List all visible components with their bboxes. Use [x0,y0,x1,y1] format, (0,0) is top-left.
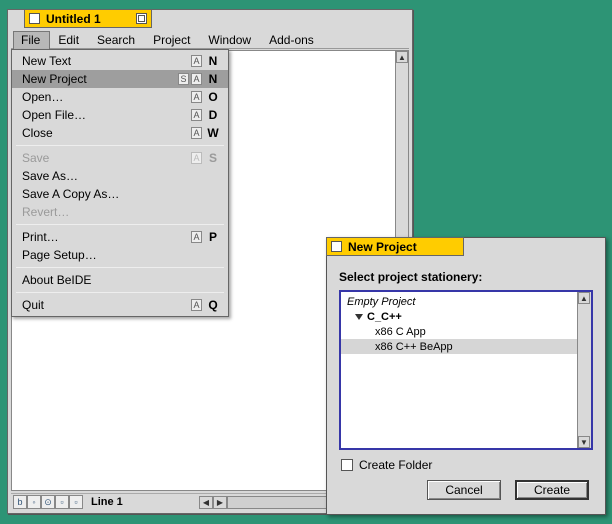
dialog-body: Select project stationery: Empty Project… [339,266,593,504]
menu-item-label: Open File… [22,108,191,122]
menu-item[interactable]: Save As… [12,167,228,185]
scroll-down-icon[interactable]: ▼ [578,436,590,448]
stationery-tree: Empty Project C_C++ x86 C App x86 C++ BeApp… [339,290,593,450]
menu-item-label: Page Setup… [22,248,220,262]
menu-item-label: New Text [22,54,191,68]
checkbox-label: Create Folder [359,458,432,472]
create-folder-checkbox[interactable]: Create Folder [341,458,593,472]
status-icons: b ◦ ⊙ ▫ ▫ [11,495,85,509]
status-line: Line 1 [85,496,129,508]
menu-item-label: Quit [22,298,191,312]
tree-row[interactable]: x86 C++ BeApp [341,339,577,354]
close-icon[interactable] [331,241,342,252]
file-menu-dropdown: New TextANNew ProjectSANOpen…AOOpen File… [11,49,229,317]
tree-row-label: C_C++ [367,311,402,323]
menu-item[interactable]: Open File…AD [12,106,228,124]
menu-item-label: Save As… [22,169,220,183]
menu-edit[interactable]: Edit [50,31,89,49]
tree-row-label: x86 C++ BeApp [375,341,453,353]
dialog-buttons: Cancel Create [339,480,593,500]
dialog-titlebar[interactable]: New Project [326,237,464,256]
menu-item[interactable]: QuitAQ [12,296,228,314]
status-icon-2[interactable]: ◦ [27,495,41,509]
menu-item[interactable]: New ProjectSAN [12,70,228,88]
status-icon-1[interactable]: b [13,495,27,509]
tree-row-label: x86 C App [375,326,426,338]
menu-window[interactable]: Window [200,31,261,49]
menu-item[interactable]: Save A Copy As… [12,185,228,203]
menu-item[interactable]: CloseAW [12,124,228,142]
tree-row[interactable]: Empty Project [341,294,577,309]
window-title: Untitled 1 [46,12,101,26]
cancel-button[interactable]: Cancel [427,480,501,500]
tree-row[interactable]: x86 C App [341,324,577,339]
menu-search[interactable]: Search [89,31,145,49]
menu-file[interactable]: File [13,31,50,49]
tree-row[interactable]: C_C++ [341,309,577,324]
checkbox-icon[interactable] [341,459,353,471]
dialog-title-text: New Project [348,240,417,254]
editor-titlebar[interactable]: Untitled 1 [24,9,152,28]
menu-item[interactable]: Page Setup… [12,246,228,264]
menu-item: SaveAS [12,149,228,167]
status-icon-3[interactable]: ⊙ [41,495,55,509]
menu-item[interactable]: About BeIDE [12,271,228,289]
status-icon-4[interactable]: ▫ [55,495,69,509]
expand-arrow-icon[interactable] [355,314,363,320]
scroll-left-icon[interactable]: ◀ [199,496,213,509]
new-project-dialog: New Project Select project stationery: E… [326,237,606,515]
menu-item-label: Close [22,126,191,140]
menu-item[interactable]: New TextAN [12,52,228,70]
dialog-prompt: Select project stationery: [339,270,593,284]
create-button[interactable]: Create [515,480,589,500]
close-icon[interactable] [29,13,40,24]
menu-item-label: Save [22,151,191,165]
tree-row-label: Empty Project [347,296,415,308]
menu-addons[interactable]: Add-ons [261,31,324,49]
menu-item-label: Print… [22,230,191,244]
menu-item-label: Revert… [22,205,220,219]
menu-item: Revert… [12,203,228,221]
scroll-up-icon[interactable]: ▲ [396,51,408,63]
menu-item-label: Save A Copy As… [22,187,220,201]
menu-project[interactable]: Project [145,31,200,49]
menu-item[interactable]: Open…AO [12,88,228,106]
tree-vertical-scrollbar[interactable]: ▲ ▼ [577,292,591,448]
menu-item-label: Open… [22,90,191,104]
menu-item-label: New Project [22,72,178,86]
scroll-up-icon[interactable]: ▲ [578,292,590,304]
menu-item[interactable]: Print…AP [12,228,228,246]
status-icon-5[interactable]: ▫ [69,495,83,509]
scroll-right-icon[interactable]: ▶ [213,496,227,509]
tree-content[interactable]: Empty Project C_C++ x86 C App x86 C++ BeApp [341,292,577,448]
zoom-icon[interactable] [136,13,147,24]
menubar: File Edit Search Project Window Add-ons [11,31,409,49]
menu-item-label: About BeIDE [22,273,220,287]
